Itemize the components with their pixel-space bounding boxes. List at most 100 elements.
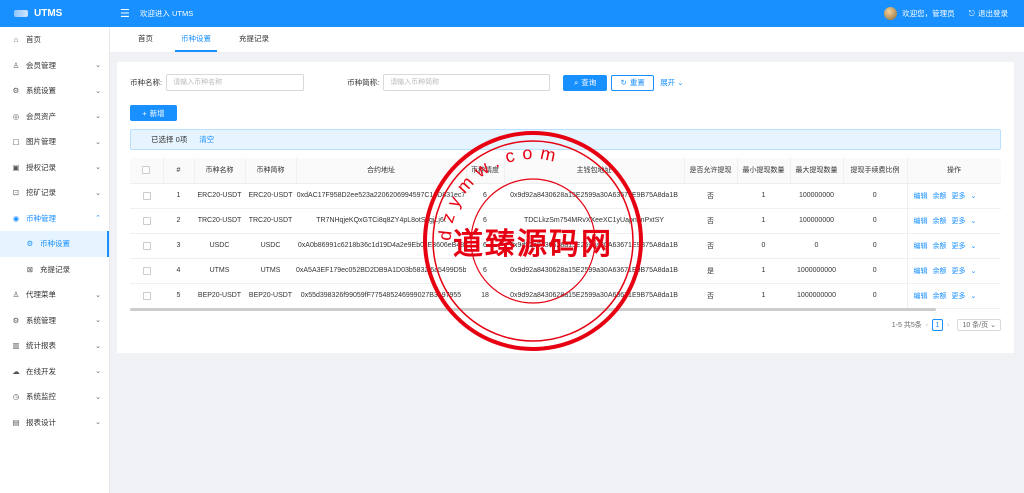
row-select-cell[interactable]: [130, 283, 163, 309]
sidebar-item[interactable]: ☁ 在线开发 ⌄: [0, 359, 109, 385]
add-button[interactable]: + 新增: [130, 105, 177, 121]
select-all-checkbox[interactable]: [142, 166, 151, 175]
next-page-icon[interactable]: ›: [947, 322, 949, 329]
table-cell: TRC20-USDT: [245, 208, 296, 234]
agent-icon: ♙: [12, 290, 20, 300]
row-checkbox[interactable]: [142, 266, 151, 275]
sidebar-item-label: 会员管理: [26, 60, 56, 70]
sidebar-item[interactable]: ◎ 会员资产 ⌄: [0, 104, 109, 130]
sidebar-item[interactable]: ▥ 统计报表 ⌄: [0, 333, 109, 359]
edit-link[interactable]: 编辑: [914, 268, 928, 275]
chevron-down-icon: ⌄: [95, 87, 101, 95]
row-select-cell[interactable]: [130, 183, 163, 209]
table-cell: UTMS: [245, 258, 296, 284]
table-cell: 6: [466, 208, 504, 234]
table-header-row: # 币种名称 币种简称 合约地址 币种精度 主钱包地址 是否允许提现 最小提现数…: [130, 158, 1001, 184]
sidebar-item[interactable]: ▢ 图片管理 ⌄: [0, 129, 109, 155]
balance-link[interactable]: 余额: [933, 293, 947, 300]
app-logo[interactable]: UTMS: [0, 8, 110, 19]
sidebar-item[interactable]: ◷ 系统监控 ⌄: [0, 384, 109, 410]
row-select-cell[interactable]: [130, 208, 163, 234]
more-link[interactable]: 更多: [952, 293, 966, 300]
table-cell: BEP20-USDT: [245, 283, 296, 309]
table-cell: USDC: [194, 233, 245, 259]
page-size-select[interactable]: 10 条/页 ⌄: [957, 319, 1001, 331]
edit-link[interactable]: 编辑: [914, 243, 928, 250]
expand-toggle[interactable]: 展开 ⌄: [660, 77, 683, 88]
sidebar-item-label: 系统设置: [26, 86, 56, 96]
chevron-down-icon: ⌄: [970, 242, 977, 250]
row-checkbox[interactable]: [142, 216, 151, 225]
page-number[interactable]: 1: [932, 319, 944, 331]
more-link[interactable]: 更多: [952, 193, 966, 200]
edit-link[interactable]: 编辑: [914, 193, 928, 200]
more-link[interactable]: 更多: [952, 243, 966, 250]
tab-coin-settings[interactable]: 币种设置: [167, 33, 225, 52]
menu-fold-icon[interactable]: ☰: [120, 7, 130, 20]
sidebar-item[interactable]: ⊡ 挖矿记录 ⌄: [0, 180, 109, 206]
coin-short-input[interactable]: [383, 74, 551, 91]
avatar[interactable]: [884, 7, 898, 20]
reset-button[interactable]: ↻ 重置: [611, 74, 655, 91]
row-actions: 编辑 余额 更多 ⌄: [906, 283, 1001, 309]
table-cell: 0: [843, 283, 907, 309]
col-header: 最大提现数量: [790, 158, 844, 184]
table-horizontal-scrollbar[interactable]: [130, 308, 936, 311]
sidebar-item[interactable]: ▣ 授权记录 ⌄: [0, 155, 109, 181]
balance-link[interactable]: 余额: [933, 243, 947, 250]
row-checkbox[interactable]: [142, 241, 151, 250]
row-select-cell[interactable]: [130, 258, 163, 284]
tab-home[interactable]: 首页: [124, 33, 167, 52]
row-checkbox[interactable]: [142, 291, 151, 300]
tab-bar: 首页 币种设置 充提记录: [110, 27, 1024, 53]
table-cell: 0x9d92a8430628a15E2599a30A63671E9B75A8da…: [504, 233, 684, 259]
sidebar-item[interactable]: ♙ 会员管理 ⌄: [0, 53, 109, 79]
sidebar-item[interactable]: ⊠ 充提记录: [0, 257, 109, 283]
balance-link[interactable]: 余额: [933, 218, 947, 225]
query-button[interactable]: ⌕ 查询: [563, 74, 608, 91]
sidebar-item-label: 授权记录: [26, 162, 56, 172]
table-cell: TR7NHqjeKQxGTCi8q8ZY4pL8otSzgjLj6t: [296, 208, 466, 234]
sidebar-item-label: 系统监控: [26, 392, 56, 402]
row-checkbox[interactable]: [142, 191, 151, 200]
chart-icon: ▤: [12, 417, 20, 427]
sidebar-item[interactable]: ♙ 代理菜单 ⌄: [0, 282, 109, 308]
row-actions: 编辑 余额 更多 ⌄: [906, 233, 1001, 259]
sidebar-item[interactable]: ⚙ 系统设置 ⌄: [0, 78, 109, 104]
row-select-cell[interactable]: [130, 233, 163, 259]
select-all-cell[interactable]: [130, 158, 164, 184]
table-cell: 否: [684, 208, 737, 234]
pagination-total: 1-5 共5条: [891, 322, 922, 329]
tab-deposit-records[interactable]: 充提记录: [225, 33, 283, 52]
pagination: 1-5 共5条 ‹ 1 › 10 条/页 ⌄: [892, 319, 1001, 331]
clear-selection-link[interactable]: 清空: [199, 134, 214, 145]
user-greeting[interactable]: 欢迎您，管理员: [902, 8, 955, 19]
logout-button[interactable]: ⎋ 退出登录: [969, 8, 1008, 19]
table-cell: ERC20-USDT: [245, 183, 296, 209]
sidebar-item[interactable]: ▤ 报表设计 ⌄: [0, 410, 109, 436]
chevron-down-icon: ⌄: [970, 217, 977, 225]
table-cell: 0x9d92a8430628a15E2599a30A63671E9B75A8da…: [504, 283, 684, 309]
sidebar-item[interactable]: ⚙ 系统管理 ⌄: [0, 308, 109, 334]
edit-link[interactable]: 编辑: [914, 293, 928, 300]
table-cell: ERC20-USDT: [194, 183, 245, 209]
chevron-down-icon: ⌄: [95, 419, 101, 427]
edit-link[interactable]: 编辑: [914, 218, 928, 225]
more-link[interactable]: 更多: [952, 268, 966, 275]
prev-page-icon[interactable]: ‹: [926, 322, 928, 329]
balance-link[interactable]: 余额: [933, 193, 947, 200]
table-cell: UTMS: [194, 258, 245, 284]
chevron-down-icon: ⌄: [95, 342, 101, 350]
coin-name-input[interactable]: [166, 74, 305, 91]
coin-name-label: 币种名称:: [130, 78, 163, 87]
sidebar-item[interactable]: ⚙ 币种设置: [0, 231, 109, 257]
table-cell: 0: [843, 233, 907, 259]
table-cell: 0xdAC17F958D2ee523a2206206994597C13D831e…: [296, 183, 466, 209]
table-row: 2 TRC20-USDT TRC20-USDT TR7NHqjeKQxGTCi8q8Z…: [130, 208, 1001, 234]
more-link[interactable]: 更多: [952, 218, 966, 225]
chevron-down-icon: ⌄: [970, 192, 977, 200]
balance-link[interactable]: 余额: [933, 268, 947, 275]
sidebar-item[interactable]: ◉ 币种管理 ⌃: [0, 206, 109, 232]
search-icon: ⌕: [574, 77, 579, 87]
sidebar-item[interactable]: ⌂ 首页: [0, 27, 109, 53]
